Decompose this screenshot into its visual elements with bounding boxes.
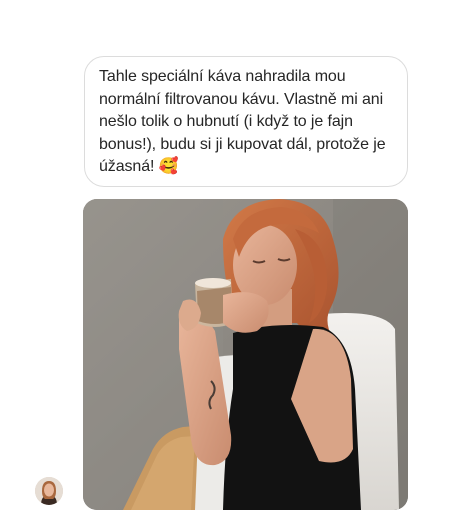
user-avatar-icon [35, 477, 63, 505]
message-bubble[interactable]: Tahle speciální káva nahradila mou normá… [84, 56, 408, 187]
message-photo[interactable] [83, 199, 408, 510]
sender-avatar[interactable] [35, 477, 63, 505]
message-thread: Tahle speciální káva nahradila mou normá… [0, 0, 460, 528]
message-text: Tahle speciální káva nahradila mou normá… [99, 68, 386, 175]
photo-woman-drinking-coffee-icon [83, 199, 408, 510]
